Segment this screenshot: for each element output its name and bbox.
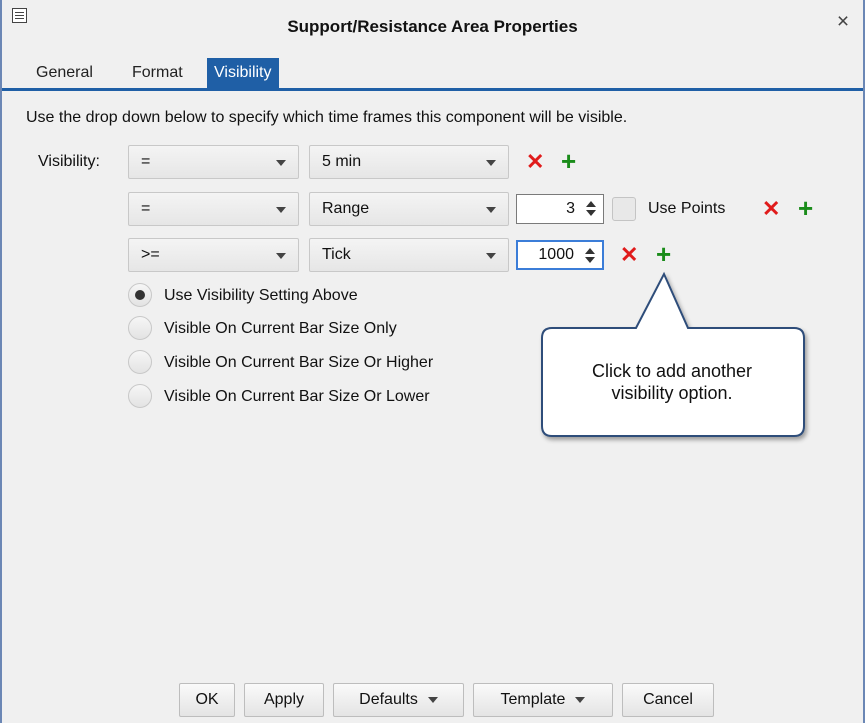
radio-label: Visible On Current Bar Size Only <box>164 320 397 337</box>
tab-strip: General Format Visibility <box>2 54 863 90</box>
tab-visibility[interactable]: Visibility <box>207 58 279 88</box>
callout-line: visibility option. <box>611 383 733 403</box>
timeframe-dropdown[interactable]: Range <box>309 192 509 226</box>
radio-current-bar-or-lower[interactable] <box>128 384 152 408</box>
remove-row-icon[interactable]: ✕ <box>762 198 780 220</box>
visibility-label: Visibility: <box>38 153 100 170</box>
operator-value: >= <box>141 246 160 263</box>
chevron-down-icon <box>486 160 496 166</box>
timeframe-value: 5 min <box>322 153 362 170</box>
title-bar: Support/Resistance Area Properties × <box>2 0 863 54</box>
radio-label: Visible On Current Bar Size Or Lower <box>164 388 430 405</box>
timeframe-dropdown[interactable]: Tick <box>309 238 509 272</box>
close-icon[interactable]: × <box>833 11 853 32</box>
stepper-arrows-icon[interactable] <box>586 201 598 219</box>
tick-value-stepper[interactable]: 1000 <box>516 240 604 270</box>
properties-dialog: Support/Resistance Area Properties × Gen… <box>0 0 865 723</box>
use-points-checkbox[interactable] <box>612 197 636 221</box>
chevron-down-icon <box>486 207 496 213</box>
callout-text: Click to add another visibility option. <box>547 360 797 404</box>
timeframe-dropdown[interactable]: 5 min <box>309 145 509 179</box>
radio-current-bar-only[interactable] <box>128 316 152 340</box>
stepper-value: 1000 <box>538 246 574 263</box>
operator-value: = <box>141 200 151 217</box>
add-row-icon[interactable]: + <box>561 148 576 174</box>
use-points-label: Use Points <box>648 200 726 217</box>
chevron-down-icon <box>276 160 286 166</box>
remove-row-icon[interactable]: ✕ <box>620 244 638 266</box>
chevron-down-icon <box>486 253 496 259</box>
stepper-arrows-icon[interactable] <box>585 248 597 266</box>
operator-value: = <box>141 153 151 170</box>
chevron-down-icon <box>427 696 438 703</box>
defaults-label: Defaults <box>359 691 418 708</box>
radio-current-bar-or-higher[interactable] <box>128 350 152 374</box>
ok-button[interactable]: OK <box>179 683 235 717</box>
add-row-icon[interactable]: + <box>798 195 813 221</box>
tab-general[interactable]: General <box>29 58 100 88</box>
operator-dropdown[interactable]: >= <box>128 238 299 272</box>
range-value-stepper[interactable]: 3 <box>516 194 604 224</box>
instructions-text: Use the drop down below to specify which… <box>26 109 628 126</box>
tab-underline <box>2 88 863 91</box>
chevron-down-icon <box>575 696 586 703</box>
radio-label: Use Visibility Setting Above <box>164 287 358 304</box>
tab-format[interactable]: Format <box>125 58 190 88</box>
timeframe-value: Tick <box>322 246 351 263</box>
template-label: Template <box>500 691 566 708</box>
cancel-button[interactable]: Cancel <box>622 683 714 717</box>
radio-label: Visible On Current Bar Size Or Higher <box>164 354 434 371</box>
apply-button[interactable]: Apply <box>244 683 324 717</box>
chevron-down-icon <box>276 207 286 213</box>
defaults-button[interactable]: Defaults <box>333 683 464 717</box>
operator-dropdown[interactable]: = <box>128 145 299 179</box>
remove-row-icon[interactable]: ✕ <box>526 151 544 173</box>
chevron-down-icon <box>276 253 286 259</box>
stepper-value: 3 <box>566 200 575 217</box>
dialog-title: Support/Resistance Area Properties <box>287 17 578 36</box>
timeframe-value: Range <box>322 200 370 217</box>
radio-use-setting-above[interactable] <box>128 283 152 307</box>
callout-line: Click to add another <box>591 361 753 381</box>
operator-dropdown[interactable]: = <box>128 192 299 226</box>
template-button[interactable]: Template <box>473 683 613 717</box>
add-row-icon[interactable]: + <box>656 241 671 267</box>
